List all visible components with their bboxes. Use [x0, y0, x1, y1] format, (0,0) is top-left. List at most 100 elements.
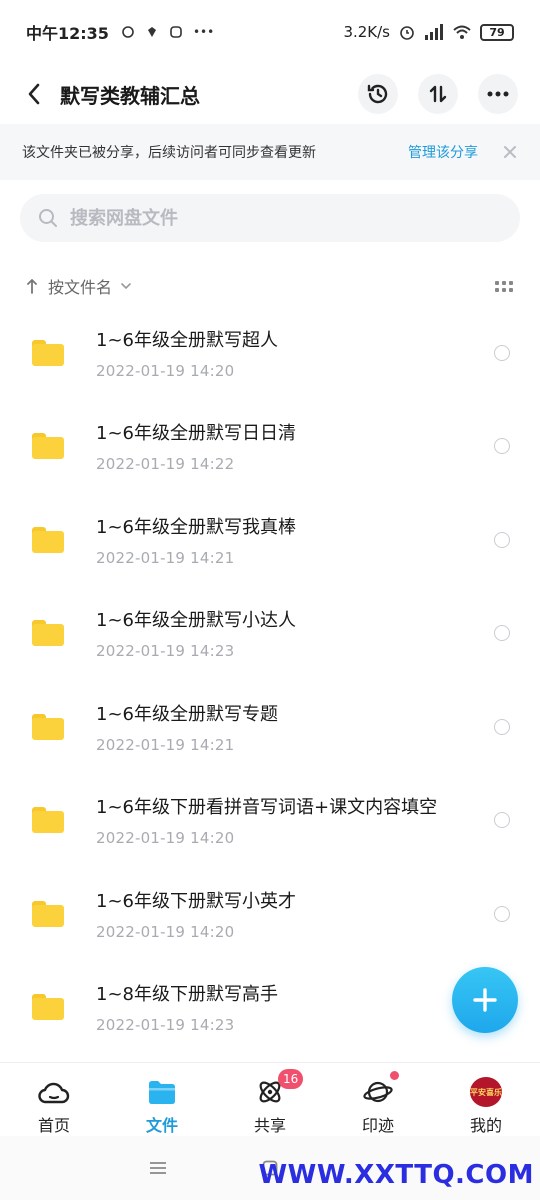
- select-checkbox[interactable]: [494, 438, 510, 455]
- add-button[interactable]: [452, 967, 518, 1033]
- network-speed: 3.2K/s: [343, 23, 390, 41]
- manage-share-link[interactable]: 管理该分享: [408, 142, 478, 162]
- status-right: 3.2K/s 79: [343, 23, 514, 41]
- file-date: 2022-01-19 14:21: [96, 548, 235, 567]
- select-checkbox[interactable]: [494, 625, 510, 642]
- chevron-left-icon: [28, 83, 40, 105]
- status-more-icon: •••: [192, 25, 215, 39]
- file-name: 1~6年级全册默写超人: [96, 329, 278, 351]
- chevron-down-icon: [121, 283, 131, 290]
- nav-label: 文件: [145, 1116, 178, 1135]
- app-notification-icon: [122, 26, 134, 38]
- nav-label: 首页: [37, 1116, 70, 1135]
- share-banner: 该文件夹已被分享，后续访问者可同步查看更新 管理该分享: [0, 124, 540, 180]
- nav-traces[interactable]: 印迹: [324, 1063, 432, 1136]
- search-bar[interactable]: [20, 194, 520, 242]
- folder-icon: [146, 1077, 178, 1107]
- file-list: 1~6年级全册默写超人 2022-01-19 14:20 1~6年级全册默写日日…: [0, 306, 540, 1054]
- more-dots-icon: [487, 91, 509, 97]
- file-row-text: 1~6年级全册默写超人 2022-01-19 14:20: [96, 326, 494, 380]
- folder-icon: [32, 994, 64, 1021]
- sort-arrows-icon: [429, 85, 447, 103]
- file-row[interactable]: 1~6年级全册默写日日清 2022-01-19 14:22: [0, 400, 540, 494]
- folder-icon: [32, 339, 64, 366]
- status-notification-icons: •••: [121, 25, 214, 39]
- sort-by-name-button[interactable]: 按文件名: [48, 274, 112, 298]
- header-actions: [358, 74, 518, 114]
- select-checkbox[interactable]: [494, 531, 510, 548]
- share-banner-message: 该文件夹已被分享，后续访问者可同步查看更新: [22, 145, 316, 161]
- file-row-text: 1~6年级全册默写日日清 2022-01-19 14:22: [96, 419, 494, 473]
- plus-icon: [473, 988, 497, 1012]
- file-row[interactable]: 1~6年级下册看拼音写词语+课文内容填空 2022-01-19 14:20: [0, 774, 540, 868]
- folder-icon: [32, 433, 64, 460]
- file-date: 2022-01-19 14:21: [96, 735, 235, 754]
- select-checkbox[interactable]: [494, 718, 510, 735]
- nav-mine[interactable]: 平安喜乐 我的: [432, 1063, 540, 1136]
- select-checkbox[interactable]: [494, 344, 510, 361]
- file-name: 1~6年级全册默写小达人: [96, 610, 296, 632]
- file-row-text: 1~6年级全册默写我真棒 2022-01-19 14:21: [96, 513, 494, 567]
- file-row-text: 1~6年级下册默写小英才 2022-01-19 14:20: [96, 887, 494, 941]
- file-date: 2022-01-19 14:20: [96, 829, 235, 848]
- menu-button[interactable]: [148, 1158, 168, 1178]
- notification-dot: [390, 1071, 399, 1080]
- file-row-text: 1~6年级全册默写小达人 2022-01-19 14:23: [96, 606, 494, 660]
- file-row[interactable]: 1~6年级全册默写超人 2022-01-19 14:20: [0, 306, 540, 400]
- file-name: 1~8年级下册默写高手: [96, 984, 278, 1006]
- file-date: 2022-01-19 14:20: [96, 361, 235, 380]
- sort-row: 按文件名: [0, 266, 540, 306]
- file-row-text: 1~6年级下册看拼音写词语+课文内容填空 2022-01-19 14:20: [96, 793, 494, 847]
- file-date: 2022-01-19 14:20: [96, 922, 235, 941]
- folder-icon: [32, 900, 64, 927]
- select-checkbox[interactable]: [494, 812, 510, 829]
- file-date: 2022-01-19 14:22: [96, 455, 235, 474]
- more-button[interactable]: [478, 74, 518, 114]
- nav-label: 共享: [253, 1116, 286, 1135]
- file-name: 1~6年级下册看拼音写词语+课文内容填空: [96, 797, 438, 819]
- share-badge: 16: [278, 1069, 304, 1089]
- folder-icon: [32, 807, 64, 834]
- folder-icon: [32, 620, 64, 647]
- app-notification-icon: [170, 26, 182, 38]
- file-name: 1~6年级全册默写我真棒: [96, 516, 296, 538]
- folder-icon: [32, 713, 64, 740]
- history-button[interactable]: [358, 74, 398, 114]
- grid-view-button[interactable]: [494, 276, 514, 296]
- file-date: 2022-01-19 14:23: [96, 1016, 235, 1035]
- back-button[interactable]: [22, 82, 46, 106]
- avatar: 平安喜乐: [470, 1077, 502, 1107]
- file-row[interactable]: 1~6年级下册默写小英才 2022-01-19 14:20: [0, 867, 540, 961]
- status-bar: 中午12:35 ••• 3.2K/s 79: [0, 0, 540, 64]
- nav-share[interactable]: 16 共享: [216, 1063, 324, 1136]
- wifi-icon: [453, 25, 471, 39]
- cloud-icon: [38, 1077, 70, 1107]
- nav-home[interactable]: 首页: [0, 1063, 108, 1136]
- close-banner-button[interactable]: [502, 144, 518, 160]
- select-checkbox[interactable]: [494, 905, 510, 922]
- close-icon: [504, 146, 516, 158]
- status-time: 中午12:35: [26, 24, 109, 43]
- sort-toggle-button[interactable]: [418, 74, 458, 114]
- file-name: 1~6年级全册默写专题: [96, 703, 278, 725]
- watermark-text: WWW.XXTTQ.COM: [258, 1160, 534, 1190]
- search-input[interactable]: [70, 207, 470, 229]
- file-row[interactable]: 1~6年级全册默写专题 2022-01-19 14:21: [0, 680, 540, 774]
- file-date: 2022-01-19 14:23: [96, 642, 235, 661]
- alarm-icon: [400, 26, 414, 40]
- nav-label: 印迹: [361, 1116, 394, 1135]
- file-row-text: 1~8年级下册默写高手 2022-01-19 14:23: [96, 980, 494, 1034]
- top-bar: 默写类教辅汇总: [0, 64, 540, 124]
- sort-up-arrow-icon: [27, 279, 37, 294]
- nav-label: 我的: [469, 1116, 502, 1135]
- nav-files[interactable]: 文件: [108, 1063, 216, 1136]
- file-row[interactable]: 1~6年级全册默写我真棒 2022-01-19 14:21: [0, 493, 540, 587]
- bottom-nav: 首页 文件 16 共享 印迹 平安喜乐 我的: [0, 1062, 540, 1136]
- page-title: 默写类教辅汇总: [60, 83, 200, 108]
- search-icon: [39, 209, 57, 227]
- file-name: 1~6年级下册默写小英才: [96, 890, 296, 912]
- file-row[interactable]: 1~6年级全册默写小达人 2022-01-19 14:23: [0, 587, 540, 681]
- planet-icon: [362, 1077, 394, 1107]
- signal-icon: [425, 24, 443, 40]
- folder-icon: [32, 526, 64, 553]
